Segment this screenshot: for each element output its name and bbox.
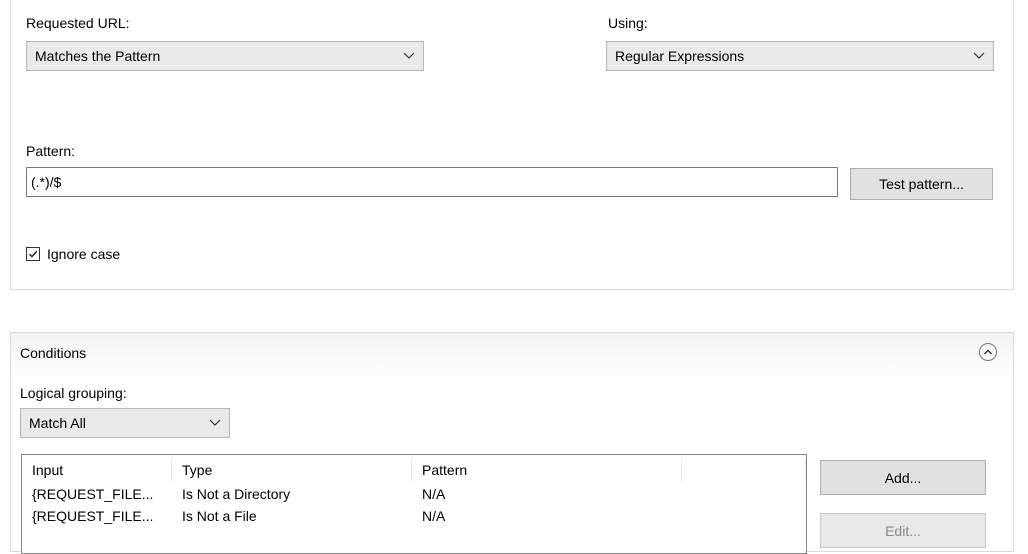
list-item[interactable]: {REQUEST_FILE... Is Not a Directory N/A [22, 483, 806, 505]
column-header-empty[interactable] [682, 459, 806, 481]
requested-url-value: Matches the Pattern [35, 48, 161, 64]
requested-url-label: Requested URL: [26, 15, 130, 31]
add-condition-button[interactable]: Add... [820, 460, 986, 495]
column-header-pattern[interactable]: Pattern [412, 459, 682, 481]
cell-pattern: N/A [422, 486, 446, 502]
using-dropdown[interactable]: Regular Expressions [606, 41, 994, 71]
chevron-down-icon [201, 419, 229, 427]
list-item[interactable]: {REQUEST_FILE... Is Not a File N/A [22, 505, 806, 527]
logical-grouping-dropdown[interactable]: Match All [20, 408, 230, 438]
pattern-input[interactable]: (.*)/$ [26, 167, 838, 197]
chevron-down-icon [395, 52, 423, 60]
requested-url-dropdown[interactable]: Matches the Pattern [26, 41, 424, 71]
checkmark-icon [26, 247, 40, 261]
edit-condition-button[interactable]: Edit... [820, 513, 986, 548]
test-pattern-button[interactable]: Test pattern... [850, 168, 993, 200]
logical-grouping-label: Logical grouping: [20, 385, 127, 401]
conditions-title: Conditions [20, 345, 87, 361]
list-header: Input Type Pattern [22, 459, 806, 481]
pattern-label: Pattern: [26, 143, 76, 159]
using-label: Using: [608, 15, 648, 31]
cell-input: {REQUEST_FILE... [32, 508, 154, 524]
cell-input: {REQUEST_FILE... [32, 486, 154, 502]
cell-type: Is Not a Directory [182, 486, 291, 502]
column-header-input[interactable]: Input [22, 459, 172, 481]
cell-type: Is Not a File [182, 508, 257, 524]
conditions-list[interactable]: Input Type Pattern {REQUEST_FILE... Is N… [21, 454, 807, 554]
collapse-up-icon[interactable] [979, 343, 997, 361]
ignore-case-label: Ignore case [47, 246, 121, 262]
cell-pattern: N/A [422, 508, 446, 524]
using-value: Regular Expressions [615, 48, 745, 64]
chevron-down-icon [965, 52, 993, 60]
ignore-case-checkbox[interactable]: Ignore case [26, 245, 120, 263]
column-header-type[interactable]: Type [172, 459, 412, 481]
logical-grouping-value: Match All [29, 415, 86, 431]
